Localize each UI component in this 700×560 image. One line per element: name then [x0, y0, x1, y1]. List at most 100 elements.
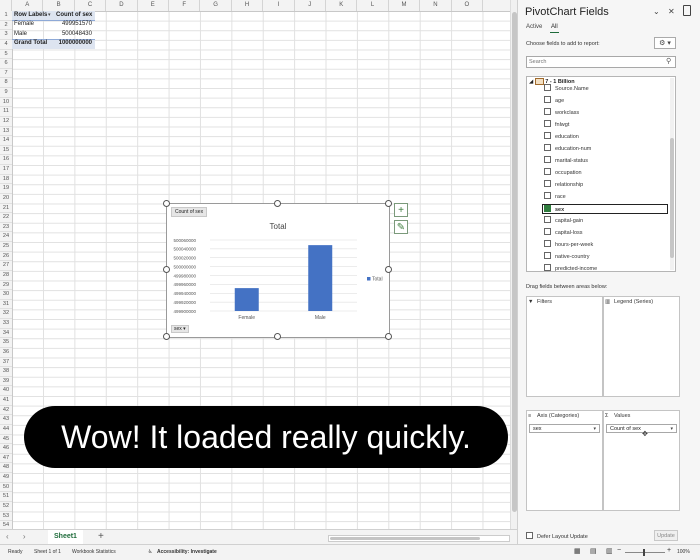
field-item[interactable]: relationship: [544, 180, 668, 190]
worksheet[interactable]: ABCDEFGHIJKLMNO 1 2 3 4 5 6 7 8 9 10 11 12 13 14 15 16 1…: [0, 0, 510, 529]
chart-elements-button[interactable]: +: [394, 203, 408, 217]
row-header[interactable]: 34: [0, 329, 12, 339]
zoom-out-icon[interactable]: −: [617, 547, 621, 554]
checkbox[interactable]: [544, 240, 551, 248]
filter-dropdown-icon[interactable]: ▾: [48, 11, 51, 20]
row-header[interactable]: 49: [0, 473, 12, 483]
checkbox[interactable]: [544, 228, 551, 236]
page-layout-icon[interactable]: ▤: [590, 547, 597, 555]
chevron-down-icon[interactable]: ⌄: [653, 7, 660, 16]
row-header[interactable]: 40: [0, 386, 12, 396]
legend-area[interactable]: [603, 296, 680, 397]
zoom-level[interactable]: 100%: [677, 549, 690, 555]
row-header[interactable]: 12: [0, 117, 12, 127]
pivot-grand-total-label[interactable]: Grand Total: [14, 39, 47, 48]
checkbox[interactable]: [544, 120, 551, 128]
row-header[interactable]: 47: [0, 454, 12, 464]
add-sheet-button[interactable]: +: [98, 531, 104, 543]
page-break-icon[interactable]: ▥: [606, 547, 613, 555]
row-header[interactable]: 44: [0, 425, 12, 435]
field-item[interactable]: race: [544, 192, 668, 202]
field-item[interactable]: marital-status: [544, 156, 668, 166]
resize-handle[interactable]: [274, 200, 281, 207]
checkbox[interactable]: [544, 252, 551, 260]
tab-all[interactable]: All: [551, 24, 558, 30]
row-header[interactable]: 27: [0, 261, 12, 271]
column-header[interactable]: A: [12, 0, 44, 11]
column-header[interactable]: G: [200, 0, 232, 11]
row-header[interactable]: 28: [0, 271, 12, 281]
row-header[interactable]: 52: [0, 502, 12, 512]
pivot-count-header[interactable]: Count of sex: [56, 11, 92, 20]
row-header[interactable]: 32: [0, 309, 12, 319]
field-item[interactable]: workclass: [544, 108, 668, 118]
row-header[interactable]: 45: [0, 435, 12, 445]
checkbox[interactable]: [544, 156, 551, 164]
row-header[interactable]: 33: [0, 319, 12, 329]
row-header[interactable]: 18: [0, 175, 12, 185]
field-item[interactable]: sex: [542, 204, 668, 214]
pivot-grand-total-value[interactable]: 1000000000: [50, 39, 92, 48]
resize-handle[interactable]: [385, 333, 392, 340]
row-header[interactable]: 17: [0, 165, 12, 175]
row-header[interactable]: 24: [0, 232, 12, 242]
checkbox[interactable]: [544, 216, 551, 224]
pivot-row-label[interactable]: Male: [14, 30, 27, 39]
scroll-thumb[interactable]: [670, 138, 674, 258]
field-item[interactable]: capital-gain: [544, 216, 668, 226]
resize-handle[interactable]: [385, 266, 392, 273]
field-item[interactable]: age: [544, 96, 668, 106]
checkbox[interactable]: [544, 168, 551, 176]
field-item[interactable]: education-num: [544, 144, 668, 154]
field-item[interactable]: fnlwgt: [544, 120, 668, 130]
row-header[interactable]: 42: [0, 406, 12, 416]
scroll-thumb[interactable]: [330, 537, 480, 540]
select-all-corner[interactable]: [0, 0, 12, 11]
checkbox[interactable]: [544, 144, 551, 152]
column-header[interactable]: I: [263, 0, 295, 11]
checkbox[interactable]: [544, 132, 551, 140]
row-header[interactable]: 10: [0, 98, 12, 108]
checkbox[interactable]: [544, 192, 551, 200]
row-header[interactable]: 15: [0, 146, 12, 156]
zoom-slider[interactable]: [625, 552, 665, 553]
resize-handle[interactable]: [163, 200, 170, 207]
horizontal-scrollbar[interactable]: [328, 535, 510, 542]
row-header[interactable]: 3: [0, 30, 12, 40]
field-item[interactable]: education: [544, 132, 668, 142]
row-header[interactable]: 2: [0, 21, 12, 31]
row-header[interactable]: 54: [0, 521, 12, 529]
row-header[interactable]: 4: [0, 40, 12, 50]
row-header[interactable]: 53: [0, 512, 12, 522]
column-header[interactable]: J: [295, 0, 326, 11]
column-header[interactable]: B: [43, 0, 75, 11]
checkbox[interactable]: [544, 180, 551, 188]
checkbox[interactable]: [544, 96, 551, 104]
column-header[interactable]: E: [138, 0, 169, 11]
row-header[interactable]: 23: [0, 223, 12, 233]
row-header[interactable]: 41: [0, 396, 12, 406]
normal-view-icon[interactable]: ▦: [574, 547, 581, 555]
row-header[interactable]: 8: [0, 78, 12, 88]
resize-handle[interactable]: [274, 333, 281, 340]
row-header[interactable]: 46: [0, 444, 12, 454]
row-header[interactable]: 5: [0, 50, 12, 60]
checkbox-checked[interactable]: [544, 205, 551, 213]
defer-layout-checkbox[interactable]: Defer Layout Update: [526, 532, 588, 540]
column-header[interactable]: M: [389, 0, 421, 11]
chart-value-field-button[interactable]: Count of sex: [171, 207, 208, 217]
chart-styles-button[interactable]: ✎: [394, 220, 408, 234]
row-header[interactable]: 43: [0, 415, 12, 425]
field-list[interactable]: ◢ 7 - 1 Billion Source.Name age workclass f…: [526, 76, 676, 272]
pivot-row-label[interactable]: Female: [14, 20, 34, 29]
chart-title[interactable]: Total: [167, 222, 389, 231]
row-header[interactable]: 20: [0, 194, 12, 204]
row-header[interactable]: 11: [0, 107, 12, 117]
checkbox[interactable]: [544, 264, 551, 271]
sheet-nav-arrows[interactable]: ‹ ›: [6, 532, 32, 541]
collapse-icon[interactable]: ◢: [529, 79, 533, 85]
zoom-slider-thumb[interactable]: [643, 549, 645, 556]
column-header[interactable]: C: [75, 0, 107, 11]
row-header[interactable]: 50: [0, 483, 12, 493]
column-header[interactable]: N: [420, 0, 452, 11]
